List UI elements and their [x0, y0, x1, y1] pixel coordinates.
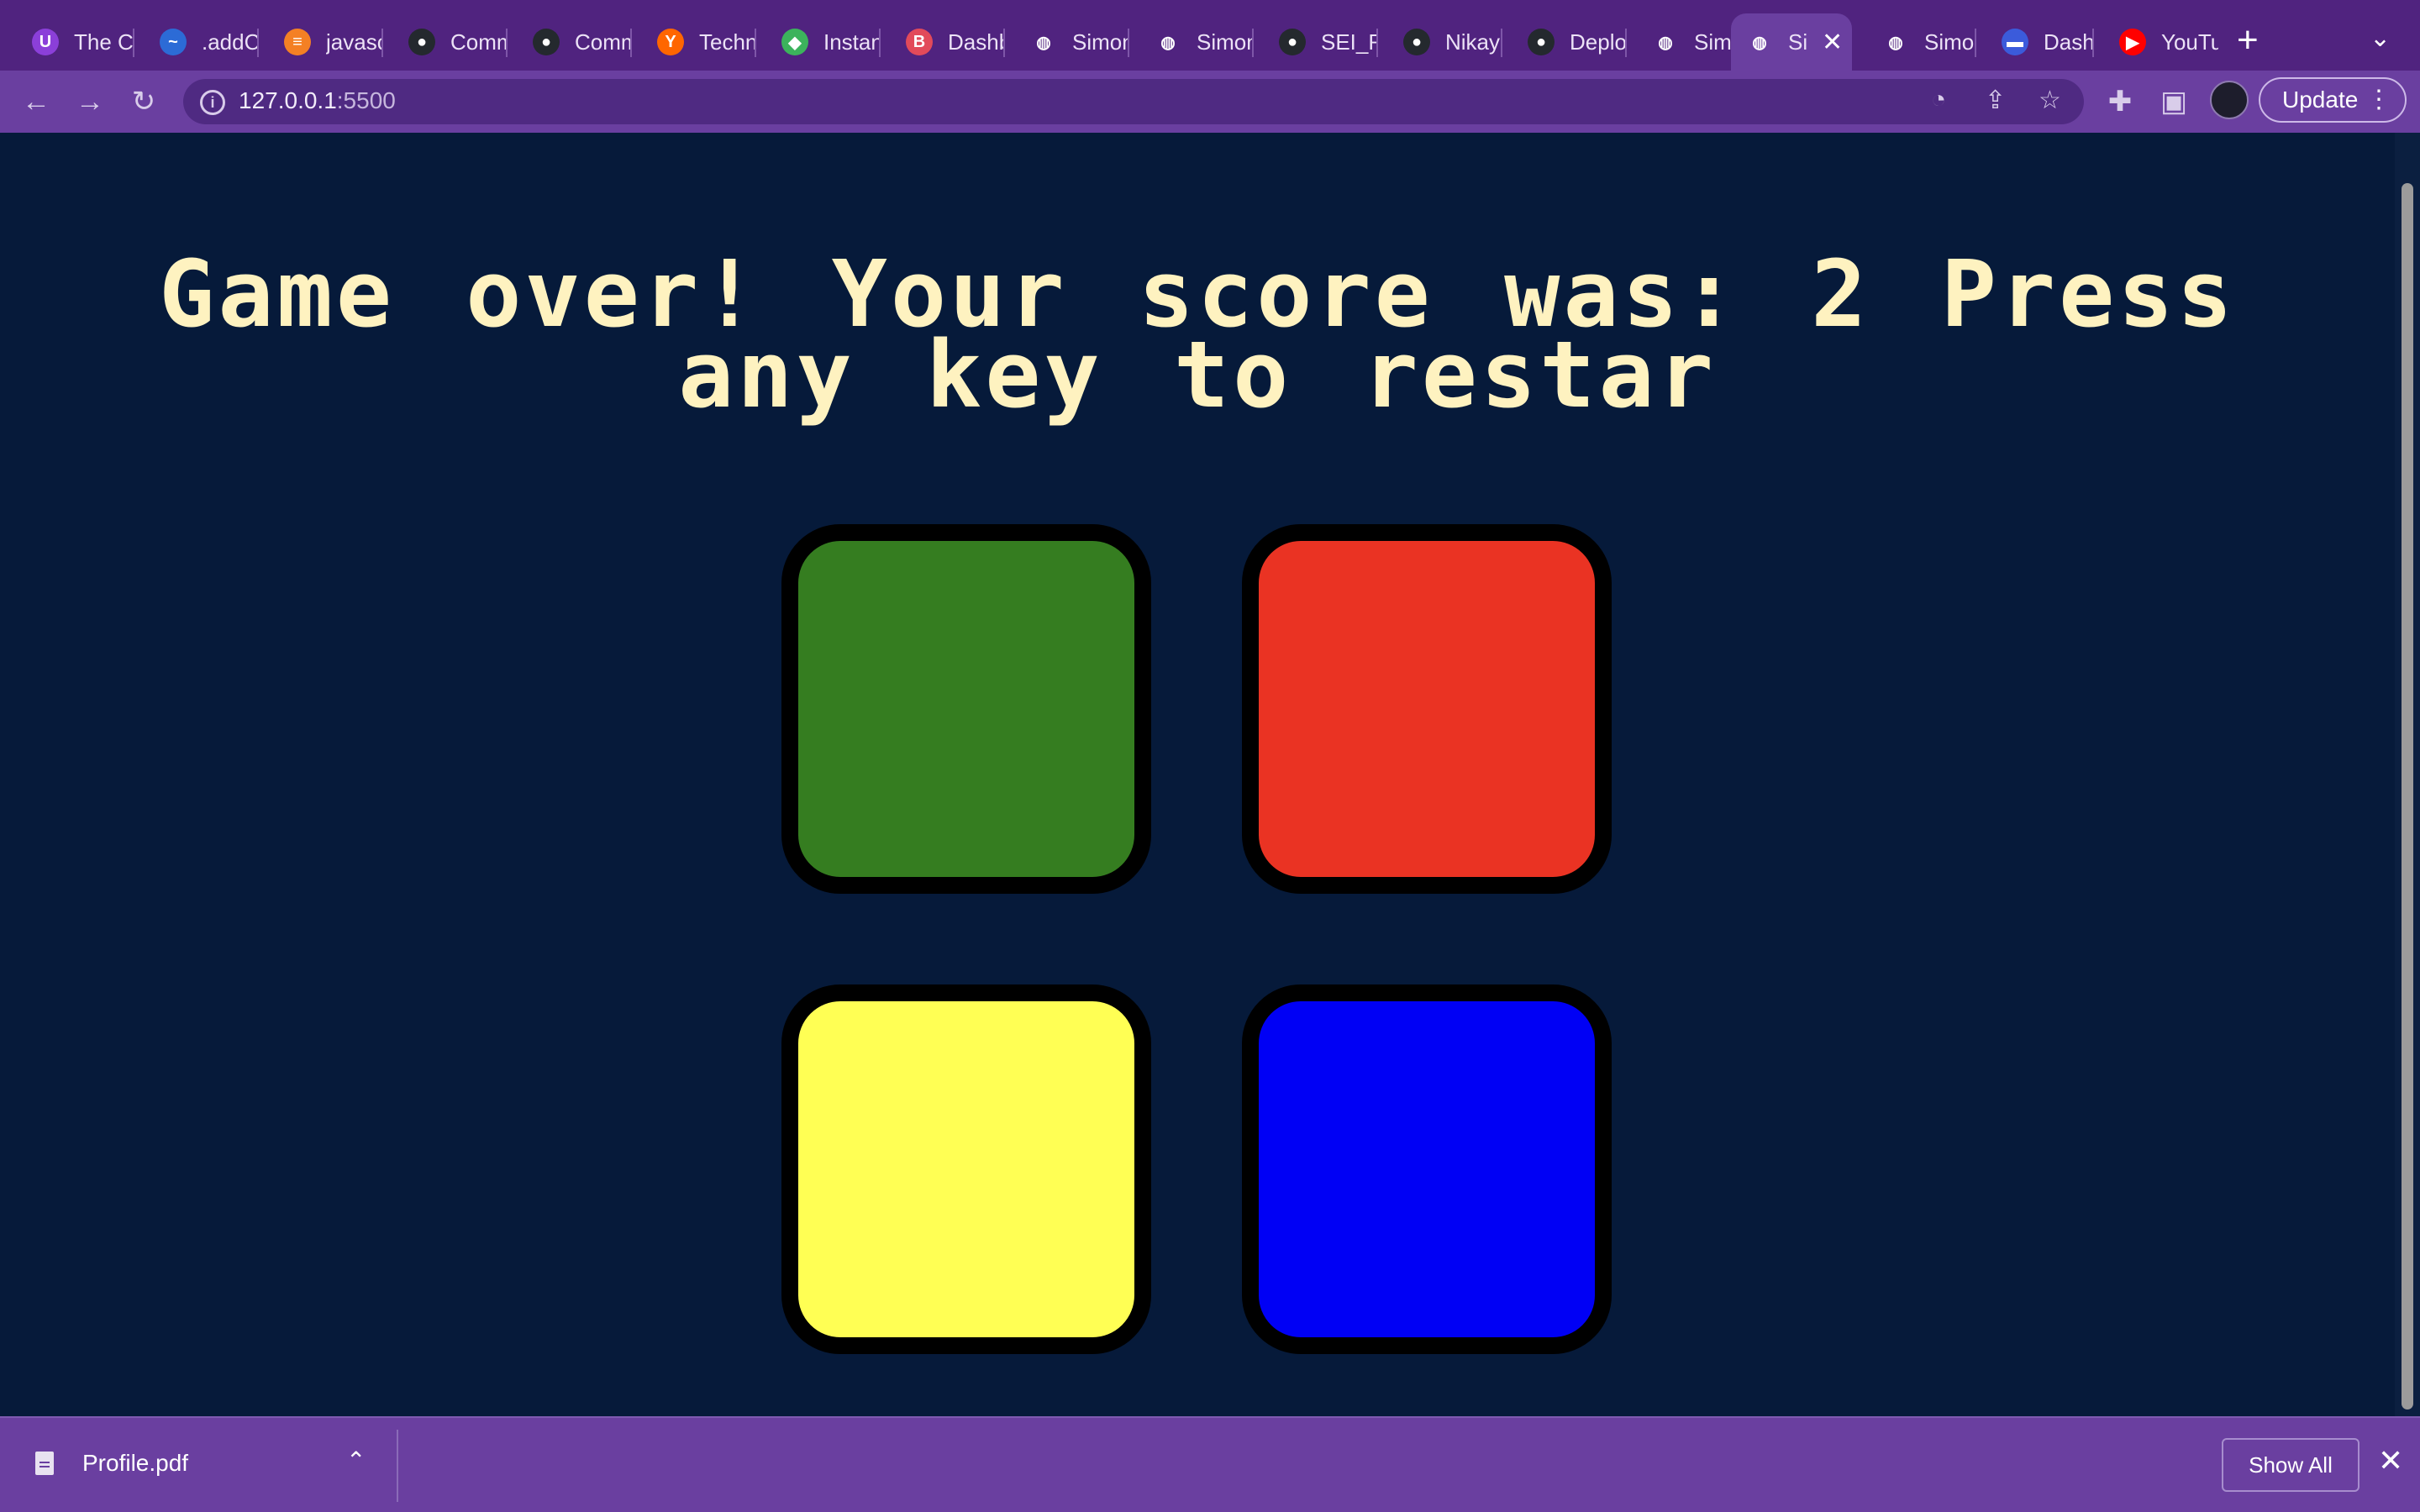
github-icon: ●	[533, 29, 560, 55]
tab-1[interactable]: U The C	[7, 13, 134, 71]
tab-6[interactable]: Y Techn	[632, 13, 756, 71]
tab-close-icon[interactable]: ✕	[1822, 28, 1843, 57]
tab-title: Deplo	[1570, 29, 1627, 55]
github-icon: ●	[1279, 29, 1306, 55]
download-file-name[interactable]: Profile.pdf	[82, 1450, 188, 1477]
blue-button[interactable]	[1242, 984, 1612, 1354]
tab-strip: U The C ~ .addC ≡ javasc ● Comm ● Comm Y Techn ◆ Inst…	[0, 0, 2420, 71]
tab-4[interactable]: ● Comm	[383, 13, 508, 71]
update-label: Update	[2282, 87, 2359, 113]
globe-icon: ◍	[1752, 33, 1767, 52]
extensions-puzzle-icon[interactable]: ✚	[2101, 82, 2139, 121]
tab-15[interactable]: ◍ Si ✕	[1731, 13, 1852, 71]
tab-title: Si	[1788, 29, 1808, 55]
tab-3[interactable]: ≡ javasc	[259, 13, 383, 71]
tab-11[interactable]: ● SEI_R	[1254, 13, 1378, 71]
url-port: :5500	[336, 87, 396, 113]
tab-title: Instan	[823, 29, 881, 55]
ycombinator-icon: Y	[657, 29, 684, 55]
bold-b-icon: B	[906, 29, 933, 55]
dashboard-icon: ▬	[2002, 29, 2028, 55]
youtube-icon: ▶	[2119, 29, 2146, 55]
stackoverflow-icon: ≡	[284, 29, 311, 55]
tab-title: SEI_R	[1321, 29, 1378, 55]
globe-icon: ◍	[1658, 33, 1673, 52]
site-info-icon[interactable]: i	[200, 90, 225, 115]
share-icon[interactable]: ⇪	[1985, 86, 2006, 115]
level-title: Game over! Your score was: 2 Press any k…	[159, 239, 2236, 428]
back-button[interactable]: ←	[17, 82, 55, 121]
page-scrollbar[interactable]	[2395, 133, 2420, 1416]
github-icon: ●	[1528, 29, 1555, 55]
globe-icon: ◍	[1036, 33, 1051, 52]
close-icon[interactable]: ✕	[2378, 1443, 2403, 1478]
github-icon: ●	[1403, 29, 1430, 55]
tab-16[interactable]: ◍ Simon	[1857, 13, 1976, 71]
download-bar: Profile.pdf ⌃ Show All ✕	[0, 1416, 2420, 1512]
chevron-up-icon[interactable]: ⌃	[346, 1446, 366, 1474]
globe-icon: ◍	[1888, 33, 1903, 52]
tab-10[interactable]: ◍ Simon	[1129, 13, 1254, 71]
show-all-button[interactable]: Show All	[2222, 1438, 2360, 1492]
url-host: 127.0.0.1	[239, 87, 337, 113]
tab-7[interactable]: ◆ Instan	[756, 13, 881, 71]
tab-2[interactable]: ~ .addC	[134, 13, 259, 71]
update-button[interactable]: Update ⋮	[2259, 77, 2407, 123]
green-button[interactable]	[781, 524, 1151, 894]
tab-title: Dashb	[2044, 29, 2094, 55]
performance-icon[interactable]: ◔	[1931, 86, 1946, 114]
address-bar[interactable]: i 127.0.0.1:5500 ◔ ⇪ ☆	[183, 79, 2084, 124]
scroll-thumb[interactable]	[2402, 183, 2413, 1410]
yellow-button[interactable]	[781, 984, 1151, 1354]
browser-toolbar: ← → ↻ i 127.0.0.1:5500 ◔ ⇪ ☆ ✚ ▣ Update …	[0, 71, 2420, 134]
profile-avatar[interactable]	[2210, 81, 2249, 119]
bookmark-star-icon[interactable]: ☆	[2039, 86, 2061, 115]
tab-title: Dashb	[948, 29, 1005, 55]
tab-title: Simon	[1072, 29, 1129, 55]
tab-9[interactable]: ◍ Simon	[1005, 13, 1129, 71]
tab-title: Comm	[575, 29, 632, 55]
wave-icon: ~	[160, 29, 187, 55]
tab-5[interactable]: ● Comm	[508, 13, 632, 71]
side-panel-icon[interactable]: ▣	[2154, 82, 2193, 121]
tab-18[interactable]: ▶ YouTu	[2094, 13, 2218, 71]
tab-title: javasc	[326, 29, 383, 55]
red-button[interactable]	[1242, 524, 1612, 894]
tab-title: Simon	[1197, 29, 1254, 55]
tab-17[interactable]: ▬ Dashb	[1976, 13, 2094, 71]
tab-search-chevron-icon[interactable]: ⌄	[2370, 24, 2391, 53]
globe-icon: ◍	[1160, 33, 1176, 52]
url-text[interactable]: 127.0.0.1:5500	[239, 87, 396, 114]
github-icon: ●	[408, 29, 435, 55]
tab-title: .addC	[202, 29, 259, 55]
menu-dots-icon: ⋮	[2366, 86, 2391, 113]
tab-title: Nikay	[1445, 29, 1501, 55]
tab-title: Comm	[450, 29, 508, 55]
file-icon	[35, 1452, 54, 1475]
tab-title: YouTu	[2161, 29, 2218, 55]
tab-13[interactable]: ● Deplo	[1502, 13, 1627, 71]
divider	[397, 1430, 398, 1502]
new-tab-button[interactable]: +	[2237, 18, 2259, 62]
reload-button[interactable]: ↻	[124, 82, 163, 121]
tab-12[interactable]: ● Nikay	[1378, 13, 1502, 71]
leaf-icon: ◆	[781, 29, 808, 55]
tab-title: Simon	[1924, 29, 1976, 55]
tab-8[interactable]: B Dashb	[881, 13, 1005, 71]
tab-title: Techn	[699, 29, 756, 55]
game-page: Game over! Your score was: 2 Press any k…	[0, 133, 2395, 1416]
purple-shield-icon: U	[32, 29, 59, 55]
forward-button[interactable]: →	[71, 82, 109, 121]
tab-title: The C	[74, 29, 133, 55]
